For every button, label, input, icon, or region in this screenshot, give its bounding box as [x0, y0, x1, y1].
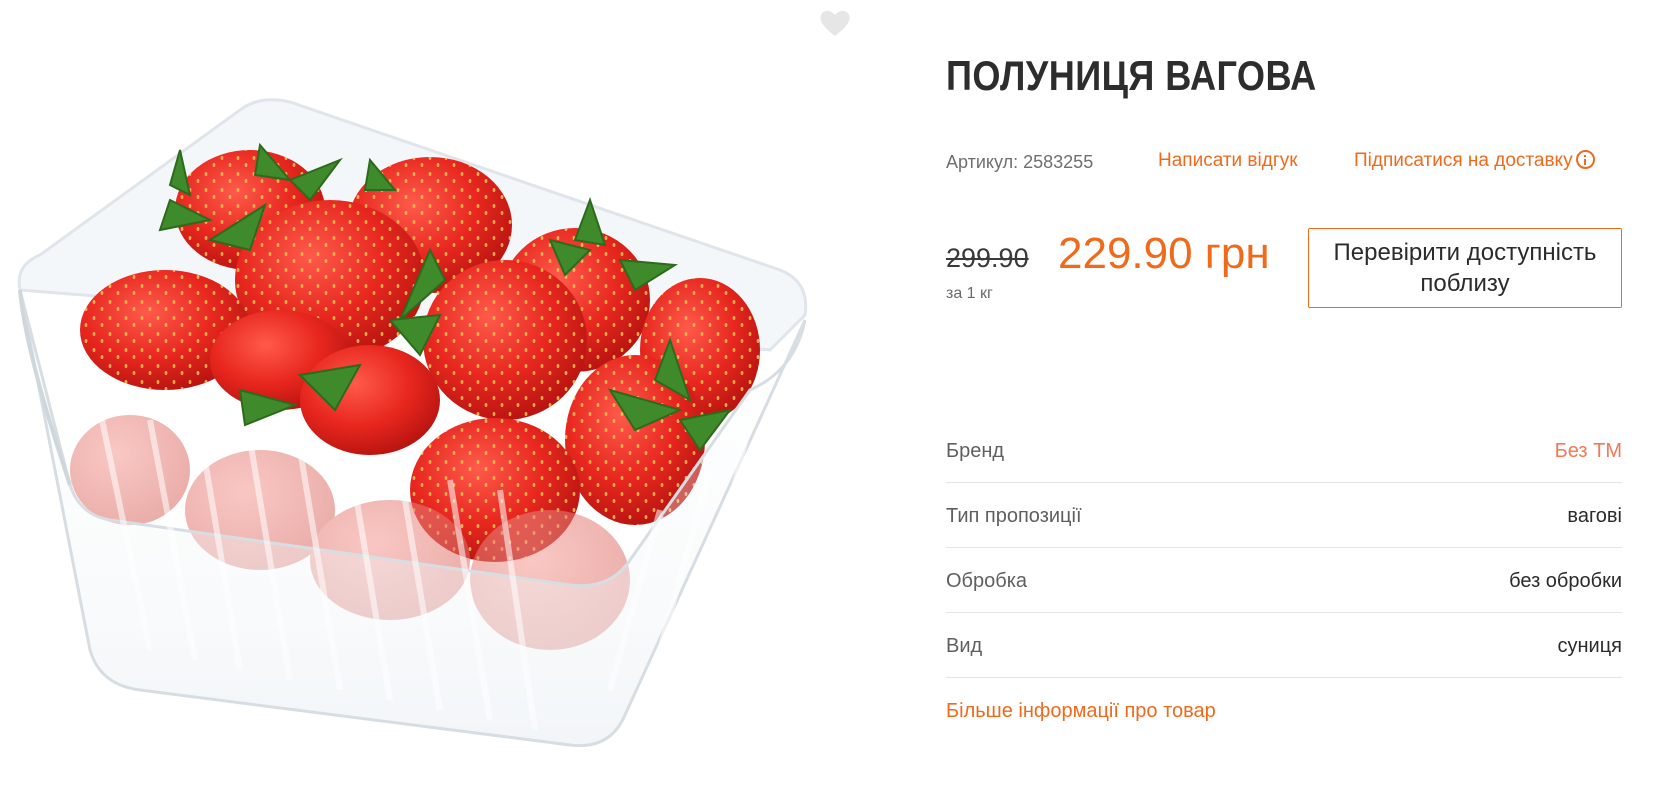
favorite-button[interactable]: [818, 8, 852, 38]
spec-row-brand: Бренд Без ТМ: [946, 418, 1622, 483]
info-icon[interactable]: [1575, 150, 1595, 169]
sku-label: Артикул:: [946, 152, 1019, 172]
spec-value-brand-link[interactable]: Без ТМ: [1555, 440, 1622, 463]
subscribe-delivery-label: Підписатися на доставку: [1354, 150, 1573, 171]
product-page: ПОЛУНИЦЯ ВАГОВА Артикул: 2583255 Написат…: [0, 0, 1654, 793]
product-image: [17, 98, 808, 748]
spec-key: Бренд: [946, 440, 1005, 462]
old-price: 299.90: [946, 243, 1029, 273]
spec-row-processing: Обробка без обробки: [946, 548, 1622, 613]
spec-value: вагові: [1567, 505, 1622, 527]
spec-row-kind: Вид суниця: [946, 613, 1622, 678]
check-availability-button[interactable]: Перевірити доступність поблизу: [1308, 228, 1622, 308]
product-gallery: [0, 0, 870, 793]
sku: Артикул: 2583255: [946, 152, 1093, 173]
current-price: 229.90 грн: [1058, 229, 1270, 278]
sku-value: 2583255: [1023, 152, 1094, 172]
more-info-link[interactable]: Більше інформації про товар: [946, 700, 1216, 723]
spec-key: Вид: [946, 635, 983, 657]
price-unit: за 1 кг: [946, 285, 993, 302]
product-title: ПОЛУНИЦЯ ВАГОВА: [946, 52, 1317, 99]
write-review-link[interactable]: Написати відгук: [1158, 150, 1298, 172]
heart-icon: [820, 10, 850, 36]
specs-table: Бренд Без ТМ Тип пропозиції вагові Оброб…: [946, 418, 1622, 678]
spec-key: Обробка: [946, 570, 1028, 592]
spec-value: суниця: [1557, 635, 1622, 657]
spec-value: без обробки: [1509, 570, 1622, 592]
spec-row-offer-type: Тип пропозиції вагові: [946, 483, 1622, 548]
price-block: 299.90 229.90 грн за 1 кг Перевірити дос…: [946, 225, 1622, 315]
product-meta: Артикул: 2583255 Написати відгук Підписа…: [946, 148, 1622, 178]
subscribe-delivery-link[interactable]: Підписатися на доставку: [1354, 150, 1595, 172]
spec-key: Тип пропозиції: [946, 505, 1082, 527]
